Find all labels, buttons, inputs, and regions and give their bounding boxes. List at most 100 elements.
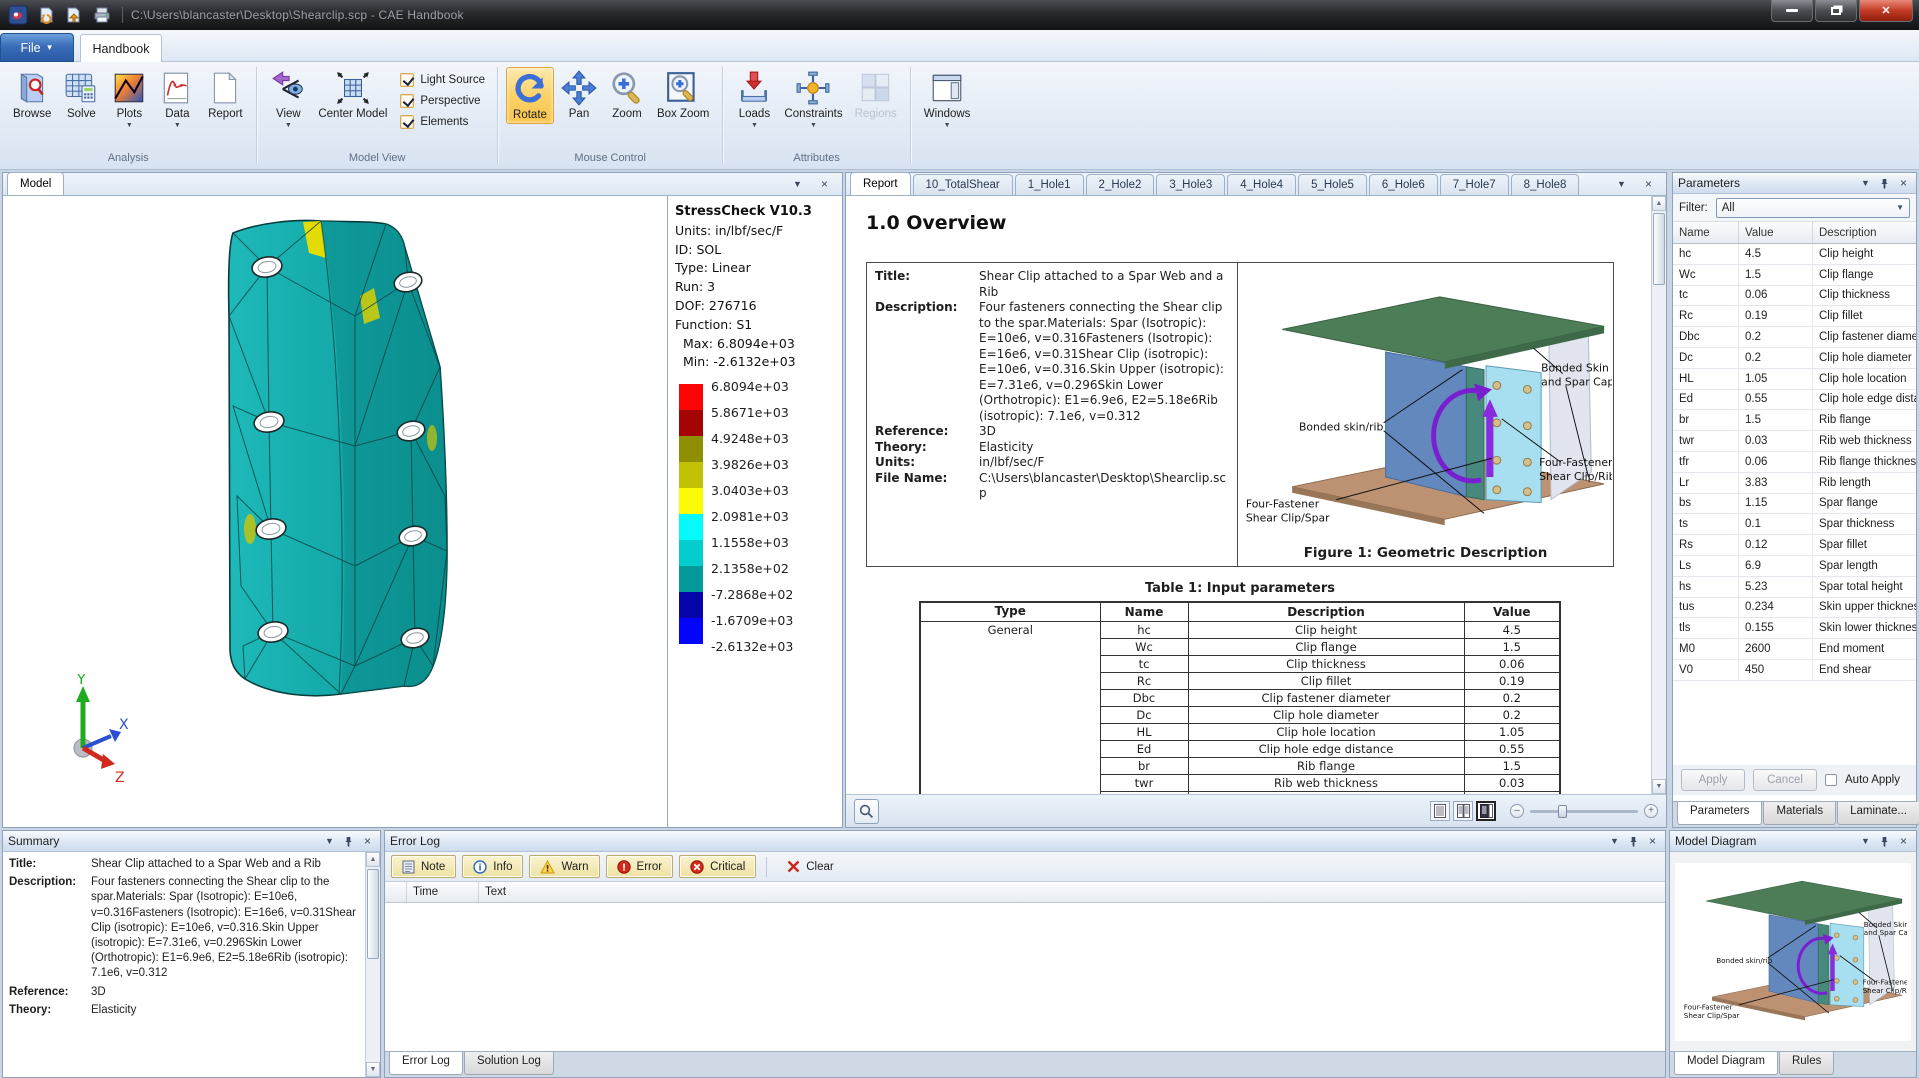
layout-single-page-button[interactable] xyxy=(1430,801,1450,821)
light-source-checkbox[interactable]: Light Source xyxy=(400,73,485,87)
scroll-up-icon[interactable]: ▲ xyxy=(1652,196,1666,211)
minimize-button[interactable] xyxy=(1771,0,1813,22)
parameter-row-Wc[interactable]: Wc 1.5 Clip flange xyxy=(1673,264,1916,286)
parameter-value[interactable]: 1.5 xyxy=(1739,264,1813,285)
tab-parameters[interactable]: Parameters xyxy=(1677,802,1763,825)
parameter-row-twr[interactable]: twr 0.03 Rib web thickness xyxy=(1673,431,1916,452)
parameter-value[interactable]: 0.155 xyxy=(1739,618,1813,639)
tab-rules[interactable]: Rules xyxy=(1778,1052,1835,1075)
zoom-out-icon[interactable]: – xyxy=(1510,804,1524,818)
auto-apply-checkbox[interactable] xyxy=(1825,774,1837,786)
parameter-value[interactable]: 1.5 xyxy=(1739,410,1813,431)
constraints-button[interactable]: Constraints ▼ xyxy=(779,67,847,130)
apply-button[interactable]: Apply xyxy=(1681,769,1745,791)
tab-solution-log[interactable]: Solution Log xyxy=(463,1052,554,1075)
parameter-value[interactable]: 0.234 xyxy=(1739,597,1813,618)
parameter-row-Dbc[interactable]: Dbc0.2 Clip fastener diameter xyxy=(1673,327,1916,348)
close-icon[interactable]: × xyxy=(1896,834,1911,849)
zoom-slider-track[interactable] xyxy=(1530,804,1638,818)
scroll-down-icon[interactable]: ▼ xyxy=(1652,779,1666,794)
tab-model[interactable]: Model xyxy=(7,172,65,195)
print-icon[interactable] xyxy=(90,4,114,26)
critical-toggle-button[interactable]: Critical xyxy=(679,855,757,878)
close-icon[interactable]: × xyxy=(1645,834,1660,849)
parameter-row-Ed[interactable]: Ed0.55 Clip hole edge distance xyxy=(1673,389,1916,411)
column-header-text[interactable]: Text xyxy=(479,882,1665,902)
model-viewport[interactable]: Y X Z StressCheck V10.3 Units: in/lbf/se… xyxy=(3,196,842,827)
tab-error-log[interactable]: Error Log xyxy=(389,1052,463,1075)
windows-button[interactable]: Windows ▼ xyxy=(919,67,976,130)
error-log-list[interactable] xyxy=(385,903,1665,1051)
file-menu-button[interactable]: File ▼ xyxy=(0,33,74,62)
parameter-row-Ls[interactable]: Ls 6.9 Spar length xyxy=(1673,555,1916,577)
panel-menu-icon[interactable]: ▼ xyxy=(790,176,805,191)
parameter-row-bs[interactable]: bs 1.15 Spar flange xyxy=(1673,493,1916,515)
rotate-button[interactable]: Rotate xyxy=(505,67,554,124)
parameter-value[interactable]: 1.05 xyxy=(1739,368,1813,389)
parameter-value[interactable]: 0.06 xyxy=(1739,285,1813,306)
parameter-row-tus[interactable]: tus 0.234 Skin upper thickness xyxy=(1673,597,1916,619)
browse-button[interactable]: Browse xyxy=(8,67,56,122)
report-tab-Report[interactable]: Report xyxy=(850,172,911,195)
parameter-value[interactable]: 0.19 xyxy=(1739,306,1813,327)
scroll-thumb[interactable] xyxy=(1653,213,1665,285)
solve-button[interactable]: Solve xyxy=(58,67,104,122)
parameter-value[interactable]: 0.1 xyxy=(1739,514,1813,535)
report-tab-8_Hole8[interactable]: 8_Hole8 xyxy=(1510,174,1580,195)
tab-materials[interactable]: Materials xyxy=(1763,802,1837,825)
view-button[interactable]: View ▼ xyxy=(265,67,311,130)
parameter-value[interactable]: 3.83 xyxy=(1739,472,1813,493)
layout-reading-view-button[interactable] xyxy=(1476,801,1496,821)
pin-icon[interactable] xyxy=(341,834,356,849)
plots-button[interactable]: Plots ▼ xyxy=(106,67,152,130)
scroll-down-icon[interactable]: ▼ xyxy=(366,1062,380,1077)
restore-button[interactable] xyxy=(1815,0,1857,22)
parameter-row-Lr[interactable]: Lr 3.83 Rib length xyxy=(1673,472,1916,494)
warn-toggle-button[interactable]: ! Warn xyxy=(529,855,600,878)
parameter-row-ts[interactable]: ts 0.1 Spar thickness xyxy=(1673,514,1916,536)
close-icon[interactable]: × xyxy=(817,176,832,191)
filter-select[interactable]: All ▼ xyxy=(1715,197,1910,218)
panel-menu-icon[interactable]: ▼ xyxy=(322,834,337,849)
box-zoom-button[interactable]: Box Zoom xyxy=(652,67,714,122)
close-icon[interactable]: × xyxy=(1896,176,1911,191)
parameter-value[interactable]: 1.15 xyxy=(1739,493,1813,514)
report-document[interactable]: 1.0 Overview Title: Shear Clip attached t… xyxy=(846,196,1666,794)
panel-menu-icon[interactable]: ▼ xyxy=(1858,176,1873,191)
column-header-time[interactable]: Time xyxy=(407,882,479,902)
close-button[interactable]: ✕ xyxy=(1859,0,1913,22)
column-header-name[interactable]: Name xyxy=(1673,222,1739,243)
panel-menu-icon[interactable]: ▼ xyxy=(1858,834,1873,849)
layout-two-column-button[interactable] xyxy=(1453,801,1473,821)
parameter-value[interactable]: 5.23 xyxy=(1739,576,1813,597)
parameter-row-V0[interactable]: V0 450 End shear xyxy=(1673,659,1916,681)
info-toggle-button[interactable]: i Info xyxy=(462,855,524,878)
scroll-thumb[interactable] xyxy=(367,869,379,959)
parameter-row-tc[interactable]: tc 0.06 Clip thickness xyxy=(1673,285,1916,307)
parameter-value[interactable]: 0.2 xyxy=(1739,347,1813,368)
parameter-value[interactable]: 6.9 xyxy=(1739,555,1813,576)
data-button[interactable]: Data ▼ xyxy=(154,67,200,130)
column-header-value[interactable]: Value xyxy=(1739,222,1813,243)
parameter-row-Rc[interactable]: Rc 0.19 Clip fillet xyxy=(1673,306,1916,328)
search-button[interactable] xyxy=(854,798,879,824)
scroll-up-icon[interactable]: ▲ xyxy=(366,852,380,867)
parameter-value[interactable]: 4.5 xyxy=(1739,244,1813,264)
report-tab-2_Hole2[interactable]: 2_Hole2 xyxy=(1085,174,1155,195)
loads-button[interactable]: Loads ▼ xyxy=(731,67,777,130)
new-file-icon[interactable] xyxy=(34,4,58,26)
report-tab-7_Hole7[interactable]: 7_Hole7 xyxy=(1439,174,1509,195)
parameter-row-HL[interactable]: HL 1.05 Clip hole location xyxy=(1673,368,1916,390)
parameter-value[interactable]: 0.12 xyxy=(1739,535,1813,555)
report-tab-3_Hole3[interactable]: 3_Hole3 xyxy=(1156,174,1226,195)
report-tab-5_Hole5[interactable]: 5_Hole5 xyxy=(1298,174,1367,195)
parameter-row-tfr[interactable]: tfr 0.06 Rib flange thickness xyxy=(1673,451,1916,473)
tab-model-diagram[interactable]: Model Diagram xyxy=(1674,1052,1778,1075)
parameter-row-M0[interactable]: M0 2600 End moment xyxy=(1673,639,1916,660)
report-scrollbar[interactable]: ▲ ▼ xyxy=(1651,196,1666,794)
open-file-icon[interactable] xyxy=(62,4,86,26)
report-tab-4_Hole4[interactable]: 4_Hole4 xyxy=(1227,174,1297,195)
close-icon[interactable]: × xyxy=(360,834,375,849)
note-toggle-button[interactable]: Note xyxy=(391,855,457,878)
perspective-checkbox[interactable]: Perspective xyxy=(400,94,485,108)
